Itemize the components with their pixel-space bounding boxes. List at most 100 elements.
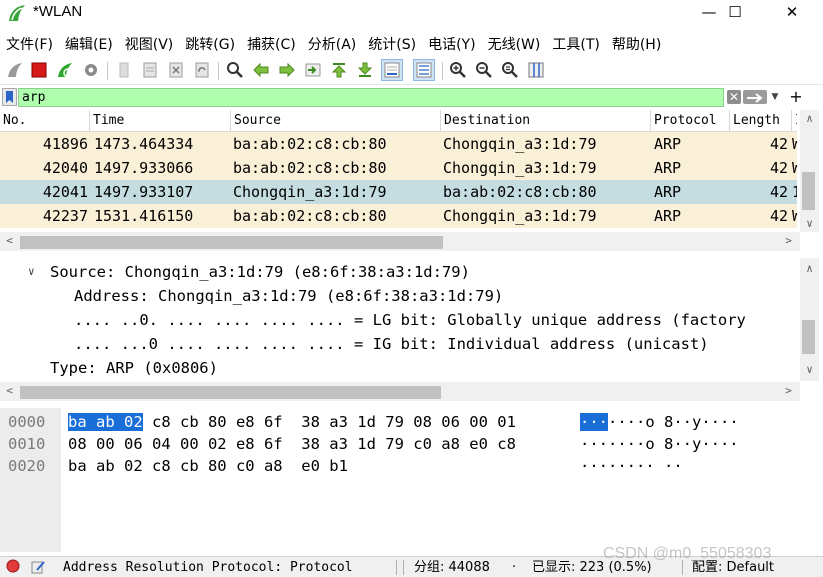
packet-destination: ba:ab:02:c8:cb:80: [443, 183, 597, 201]
packet-details-pane: ∨ Source: Chongqin_a3:1d:79 (e8:6f:38:a3…: [0, 258, 823, 403]
restart-capture-icon[interactable]: [55, 60, 75, 80]
normal-size-icon[interactable]: [500, 60, 520, 80]
detail-lg-bit-row[interactable]: .... ..0. .... .... .... .... = LG bit: …: [74, 308, 797, 332]
scroll-left-arrow-icon[interactable]: <: [1, 235, 18, 247]
column-header-no[interactable]: No.: [0, 110, 90, 132]
packet-no: 41896: [42, 135, 88, 153]
maximize-button[interactable]: ☐: [712, 0, 758, 26]
go-first-packet-icon[interactable]: [329, 60, 349, 80]
scrollbar-thumb[interactable]: [20, 386, 441, 399]
go-forward-arrow-icon[interactable]: [277, 60, 297, 80]
menu-telephony[interactable]: 电话(Y): [422, 31, 481, 57]
column-header-time[interactable]: Time: [90, 110, 231, 132]
add-filter-button-icon[interactable]: +: [788, 87, 804, 106]
go-last-packet-icon[interactable]: [355, 60, 375, 80]
main-toolbar: [0, 57, 823, 85]
colorize-icon[interactable]: [413, 59, 435, 81]
menu-help[interactable]: 帮助(H): [606, 31, 667, 57]
detail-source-row[interactable]: ∨ Source: Chongqin_a3:1d:79 (e8:6f:38:a3…: [0, 260, 797, 284]
edit-comment-pencil-icon[interactable]: [30, 559, 46, 577]
csdn-watermark: CSDN @m0_55058303: [603, 545, 772, 562]
menu-edit[interactable]: 编辑(E): [59, 31, 119, 57]
detail-type-row[interactable]: Type: ARP (0x0806): [50, 356, 218, 380]
filter-bookmark-icon[interactable]: [2, 88, 17, 106]
column-header-destination[interactable]: Destination: [441, 110, 651, 132]
zoom-out-icon[interactable]: [474, 60, 494, 80]
scroll-right-arrow-icon[interactable]: >: [780, 385, 797, 397]
scroll-right-arrow-icon[interactable]: >: [780, 235, 797, 247]
ascii-bytes: ·······o 8··y····: [580, 411, 739, 433]
packet-row[interactable]: 42040 1497.933066 ba:ab:02:c8:cb:80 Chon…: [0, 156, 797, 180]
resize-columns-icon[interactable]: [526, 60, 546, 80]
menu-statistics[interactable]: 统计(S): [362, 31, 422, 57]
display-filter-input[interactable]: arp: [18, 88, 724, 107]
bytes-row[interactable]: 0000 ba ab 02 c8 cb 80 e8 6f 38 a3 1d 79…: [0, 411, 800, 433]
field-description: Address Resolution Protocol: Protocol: [63, 560, 353, 575]
packet-source: ba:ab:02:c8:cb:80: [233, 159, 387, 177]
column-header-source[interactable]: Source: [231, 110, 441, 132]
bytes-row[interactable]: 0010 08 00 06 04 00 02 e8 6f 38 a3 1d 79…: [0, 433, 800, 455]
hex-rest: ba ab 02 c8 cb 80 c0 a8 e0 b1: [68, 457, 348, 475]
apply-filter-arrow-icon[interactable]: [743, 90, 767, 104]
expert-info-red-dot-icon[interactable]: [6, 559, 20, 577]
reload-file-icon[interactable]: [192, 60, 212, 80]
scrollbar-thumb[interactable]: [802, 320, 815, 354]
menu-view[interactable]: 视图(V): [119, 31, 180, 57]
menu-tools[interactable]: 工具(T): [546, 31, 605, 57]
details-horizontal-scrollbar[interactable]: < >: [0, 382, 800, 401]
detail-source-text: Source: Chongqin_a3:1d:79 (e8:6f:38:a3:1…: [50, 263, 470, 281]
scroll-up-arrow-icon[interactable]: ∧: [801, 263, 818, 275]
ascii-bytes: ·······o 8··y····: [580, 433, 739, 455]
packet-source: Chongqin_a3:1d:79: [233, 183, 387, 201]
detail-address-row[interactable]: Address: Chongqin_a3:1d:79 (e8:6f:38:a3:…: [74, 284, 503, 308]
details-vertical-scrollbar[interactable]: ∧ ∨: [800, 258, 819, 381]
hex-highlight: ba ab 02: [68, 413, 143, 431]
scroll-down-arrow-icon[interactable]: ∨: [801, 218, 818, 230]
open-file-icon[interactable]: [114, 60, 134, 80]
collapse-chevron-icon[interactable]: ∨: [28, 260, 35, 284]
packet-list-header: No. Time Source Destination Protocol Len…: [0, 110, 797, 132]
capture-options-gear-icon[interactable]: [81, 60, 101, 80]
find-packet-icon[interactable]: [225, 60, 245, 80]
clear-filter-icon[interactable]: ✕: [727, 90, 741, 104]
ascii-highlight: ···: [580, 413, 608, 431]
packet-list-horizontal-scrollbar[interactable]: < >: [0, 232, 800, 251]
packet-protocol: ARP: [654, 207, 682, 225]
zoom-in-icon[interactable]: [448, 60, 468, 80]
column-header-protocol[interactable]: Protocol: [651, 110, 730, 132]
go-back-arrow-icon[interactable]: [251, 60, 271, 80]
packet-no: 42237: [42, 207, 88, 225]
packet-row[interactable]: 42237 1531.416150 ba:ab:02:c8:cb:80 Chon…: [0, 204, 797, 228]
scrollbar-thumb[interactable]: [802, 172, 815, 210]
packet-length: 42: [769, 183, 788, 201]
go-to-packet-icon[interactable]: [303, 60, 323, 80]
detail-ig-bit-row[interactable]: .... ...0 .... .... .... .... = IG bit: …: [74, 332, 709, 356]
status-separator: [403, 560, 404, 575]
scroll-down-arrow-icon[interactable]: ∨: [801, 364, 818, 376]
packet-info: W: [792, 135, 797, 153]
scroll-left-arrow-icon[interactable]: <: [1, 385, 18, 397]
column-header-info[interactable]: I: [792, 110, 797, 132]
scrollbar-thumb[interactable]: [20, 236, 443, 249]
menu-file[interactable]: 文件(F): [0, 31, 59, 57]
packet-no: 42041: [42, 183, 88, 201]
autoscroll-icon[interactable]: [381, 59, 403, 81]
save-file-icon[interactable]: [140, 60, 160, 80]
menu-capture[interactable]: 捕获(C): [241, 31, 302, 57]
packet-row[interactable]: 41896 1473.464334 ba:ab:02:c8:cb:80 Chon…: [0, 132, 797, 156]
bytes-row[interactable]: 0020 ba ab 02 c8 cb 80 c0 a8 e0 b1 ·····…: [0, 455, 800, 477]
toolbar-separator: [442, 62, 443, 80]
start-capture-fin-icon[interactable]: [5, 60, 25, 80]
packet-row-selected[interactable]: 42041 1497.933107 Chongqin_a3:1d:79 ba:a…: [0, 180, 797, 204]
packet-destination: Chongqin_a3:1d:79: [443, 135, 597, 153]
menu-wireless[interactable]: 无线(W): [482, 31, 547, 57]
column-header-length[interactable]: Length: [730, 110, 792, 132]
close-window-button[interactable]: ✕: [769, 0, 815, 26]
filter-history-dropdown-icon[interactable]: ▼: [769, 90, 781, 104]
scroll-up-arrow-icon[interactable]: ∧: [801, 113, 818, 125]
menu-analyze[interactable]: 分析(A): [302, 31, 363, 57]
stop-capture-icon[interactable]: [29, 60, 49, 80]
packet-list-vertical-scrollbar[interactable]: ∧ ∨: [800, 110, 819, 232]
menu-go[interactable]: 跳转(G): [179, 31, 241, 57]
close-file-icon[interactable]: [166, 60, 186, 80]
